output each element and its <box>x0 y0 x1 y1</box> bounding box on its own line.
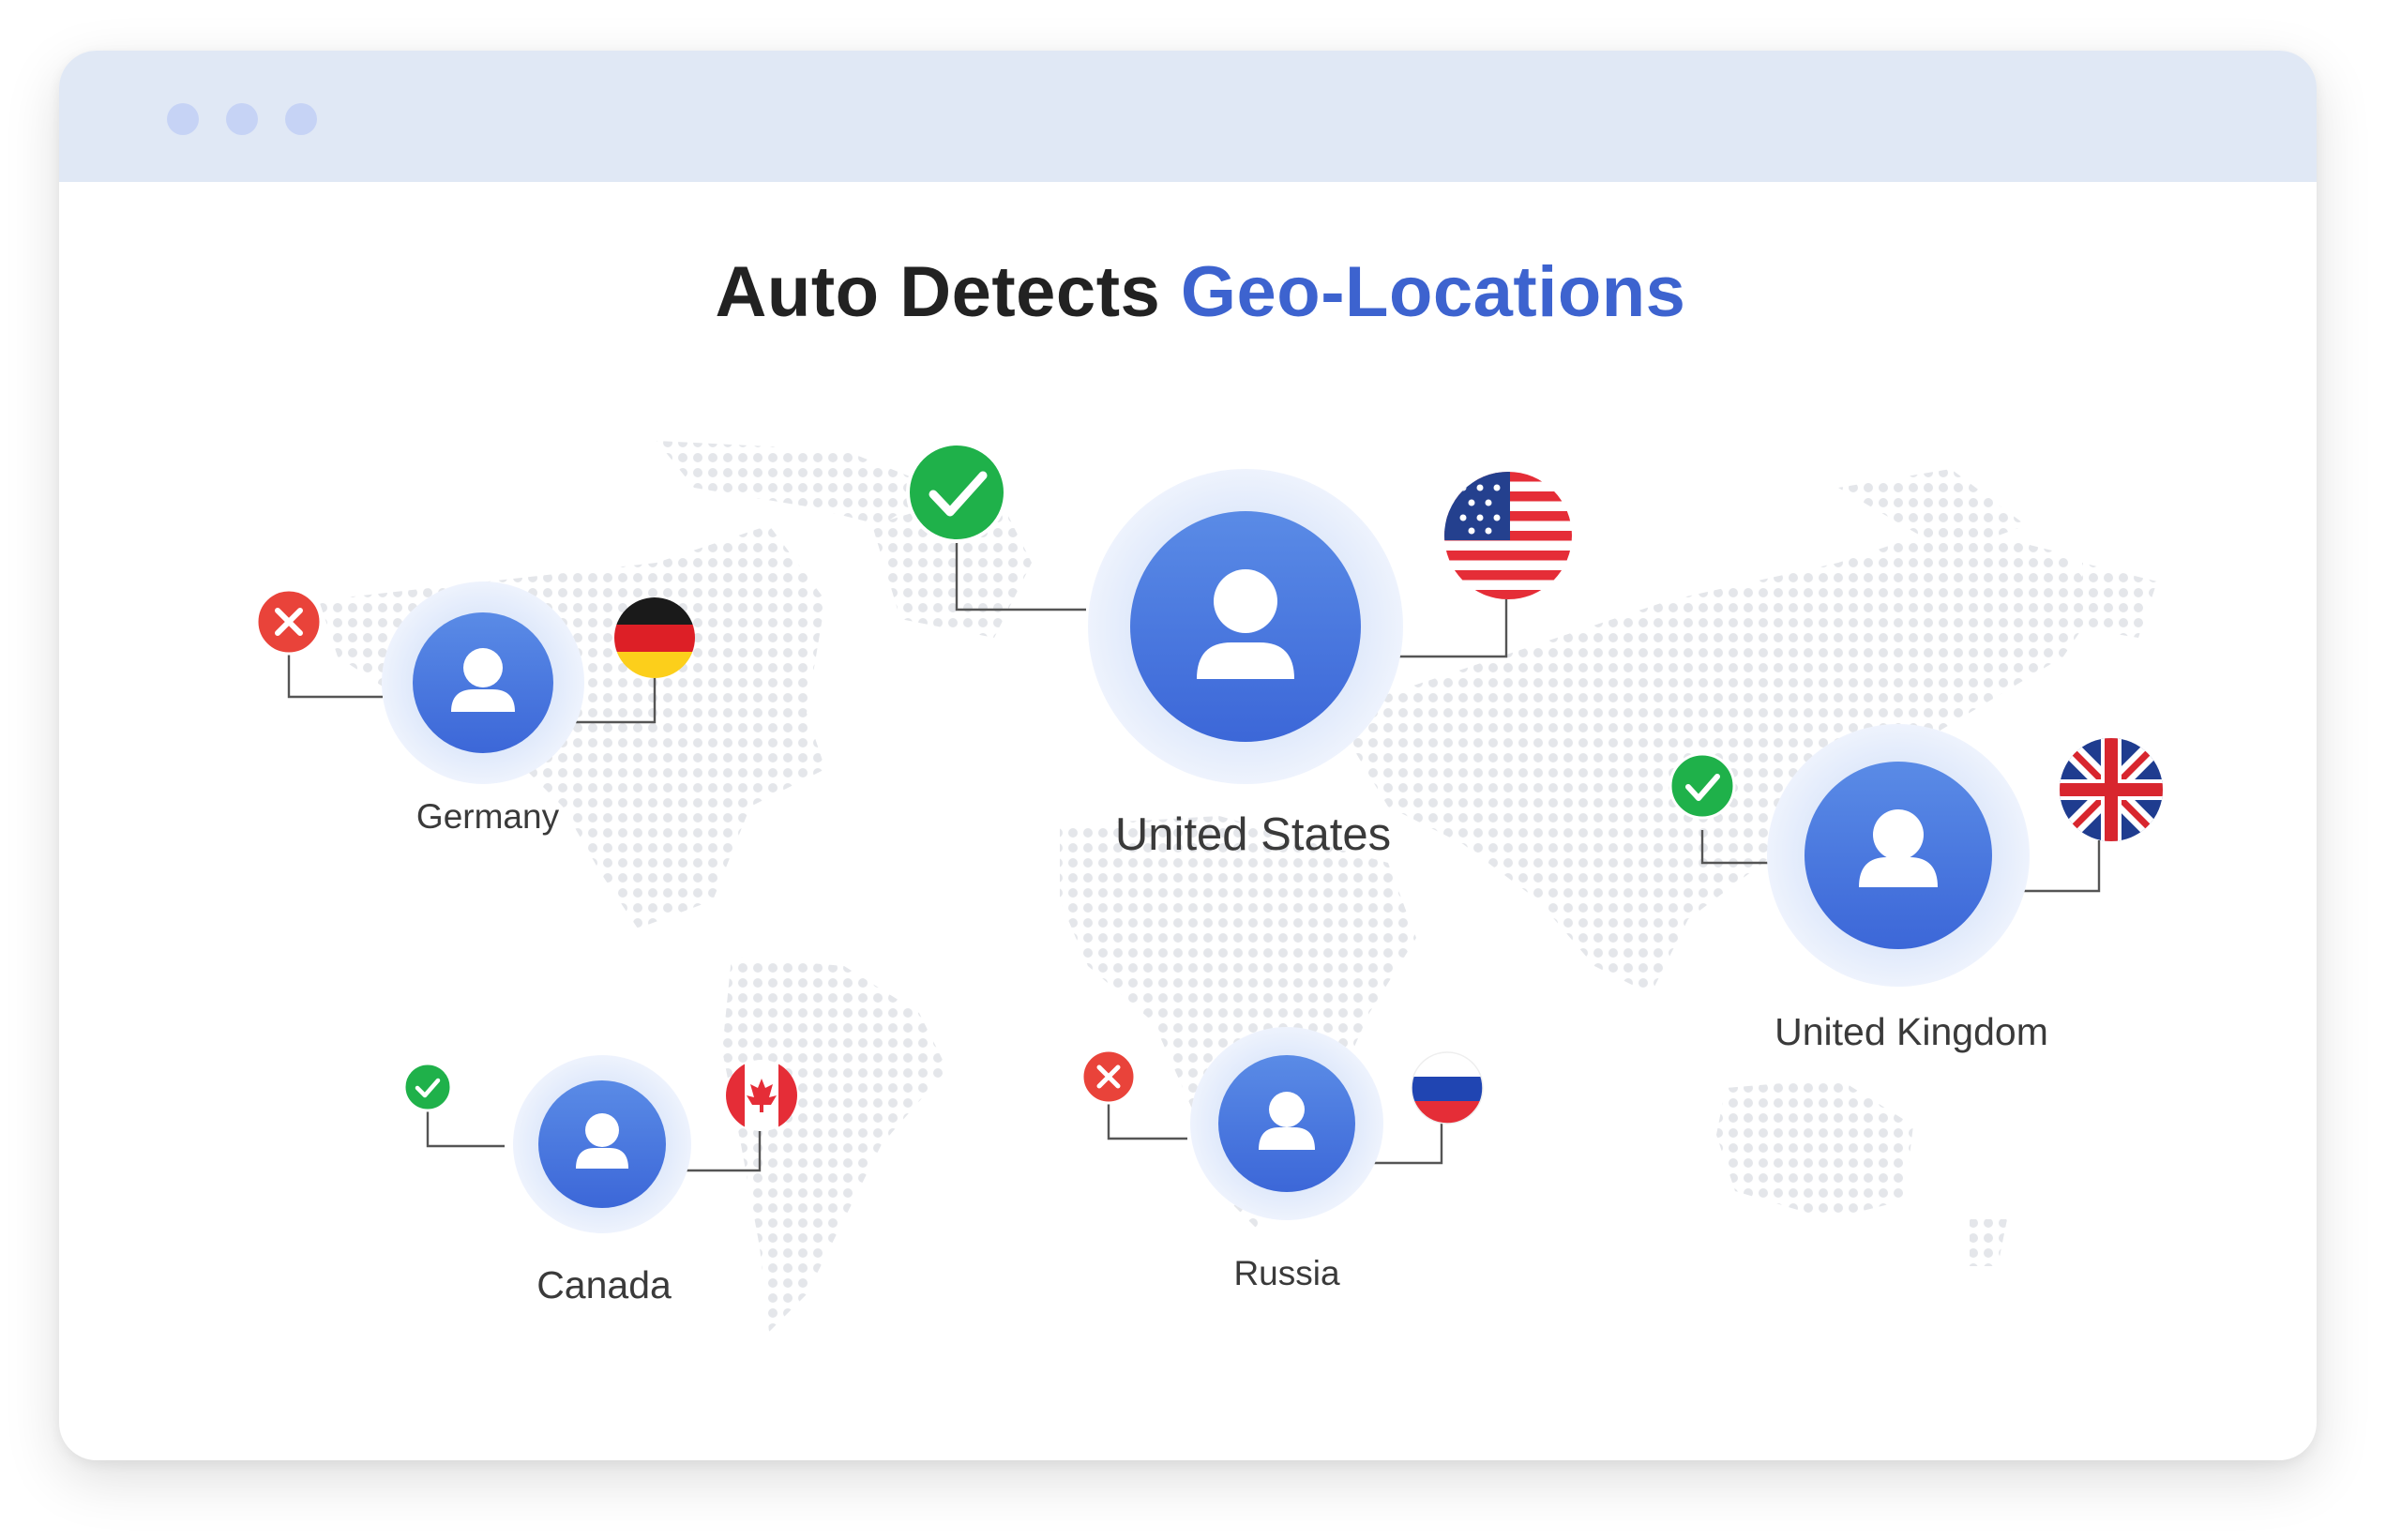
geo-map-scene <box>255 441 2163 1332</box>
usa-flag-icon <box>1444 472 1572 599</box>
close-icon <box>255 588 323 656</box>
location-germany[interactable] <box>382 581 584 784</box>
check-icon <box>402 1062 453 1112</box>
close-icon <box>1080 1049 1137 1105</box>
location-united-states[interactable] <box>1088 469 1403 784</box>
location-label-germany: Germany <box>415 797 560 836</box>
russia-flag-icon <box>1411 1051 1484 1125</box>
canada-flag-icon <box>726 1060 797 1131</box>
uk-flag-icon <box>2060 738 2163 841</box>
check-icon <box>906 442 1007 543</box>
location-label-russia: Russia <box>1233 1254 1340 1292</box>
location-label-canada: Canada <box>536 1263 672 1306</box>
location-united-kingdom[interactable] <box>1767 724 2030 987</box>
location-russia[interactable] <box>1190 1027 1383 1220</box>
location-label-united-states: United States <box>1114 809 1392 860</box>
check-icon <box>1669 752 1736 820</box>
location-label-united-kingdom: United Kingdom <box>1774 1010 2048 1053</box>
location-canada[interactable] <box>513 1055 691 1233</box>
